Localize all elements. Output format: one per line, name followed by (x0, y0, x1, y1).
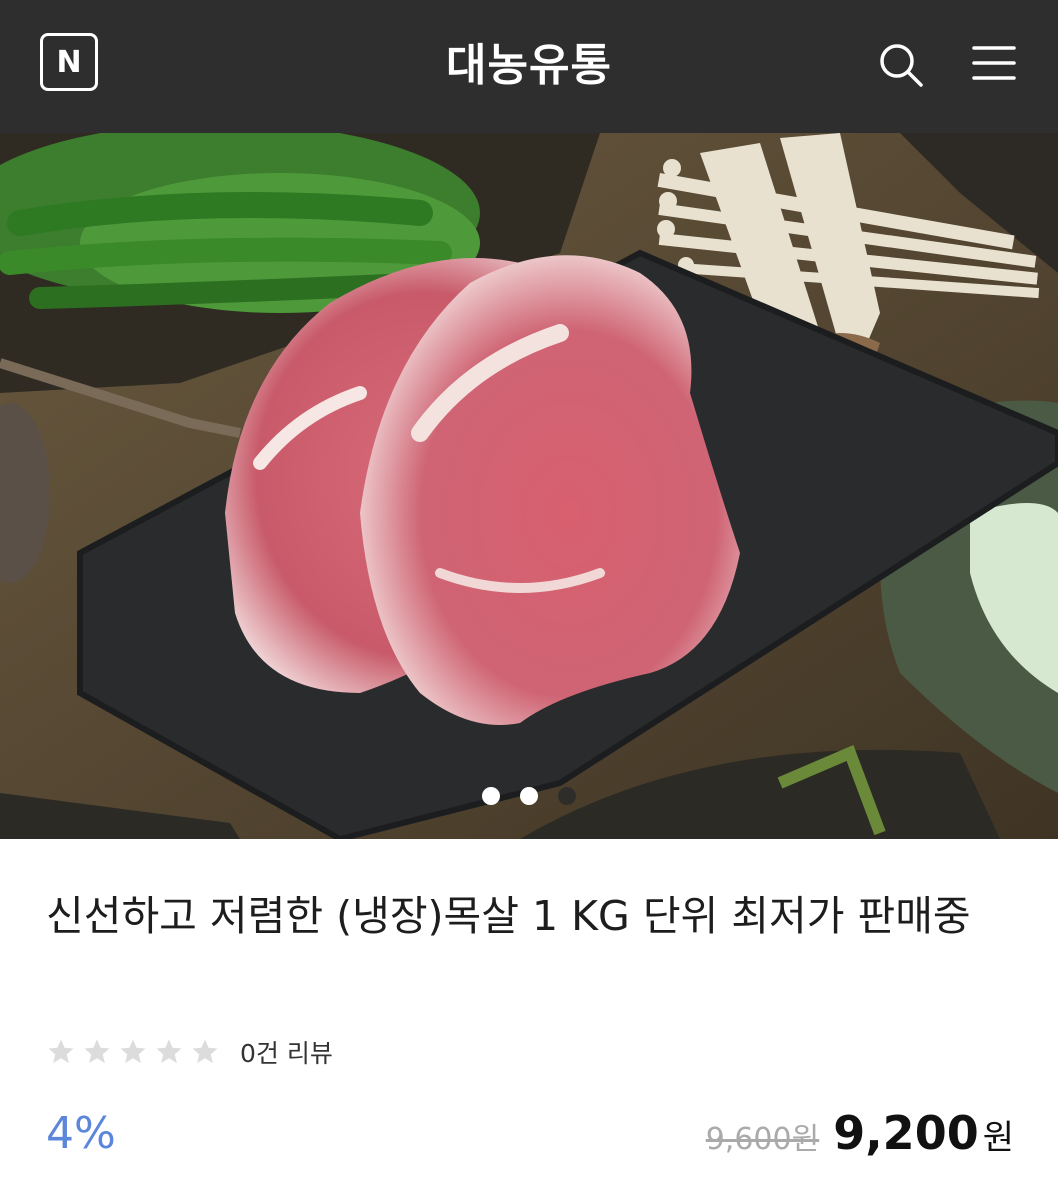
star-icon (48, 1039, 74, 1064)
star-icon (192, 1039, 218, 1064)
search-button[interactable] (876, 40, 924, 88)
star-icon (84, 1039, 110, 1064)
search-icon (880, 44, 923, 87)
star-icon (120, 1039, 146, 1064)
product-title: 신선하고 저렴한 (냉장)목살 1 KG 단위 최저가 판매중 (46, 892, 971, 940)
menu-button[interactable] (970, 40, 1018, 88)
currency-unit: 원 (982, 1118, 1014, 1158)
carousel-dot-active[interactable] (520, 787, 538, 805)
star-rating (46, 1037, 220, 1067)
top-app-bar: N 대농유통 (0, 0, 1058, 133)
product-image-carousel[interactable] (0, 133, 1058, 839)
rating-row[interactable]: 0건 리뷰 (46, 1034, 333, 1070)
original-price: 9,600원 (705, 1122, 820, 1157)
sale-price-group: 9,200 원 (833, 1106, 1014, 1160)
carousel-dot[interactable] (482, 787, 500, 805)
star-icon (156, 1039, 182, 1064)
discount-rate: 4% (46, 1108, 116, 1159)
product-photo (0, 133, 1058, 839)
price-row: 9,600원 9,200 원 (706, 1106, 1014, 1160)
carousel-dot[interactable] (558, 787, 576, 805)
sale-price: 9,200 (833, 1106, 979, 1160)
review-count-link[interactable]: 0건 리뷰 (240, 1034, 333, 1070)
menu-icon (972, 46, 1016, 80)
carousel-pagination (0, 787, 1058, 805)
